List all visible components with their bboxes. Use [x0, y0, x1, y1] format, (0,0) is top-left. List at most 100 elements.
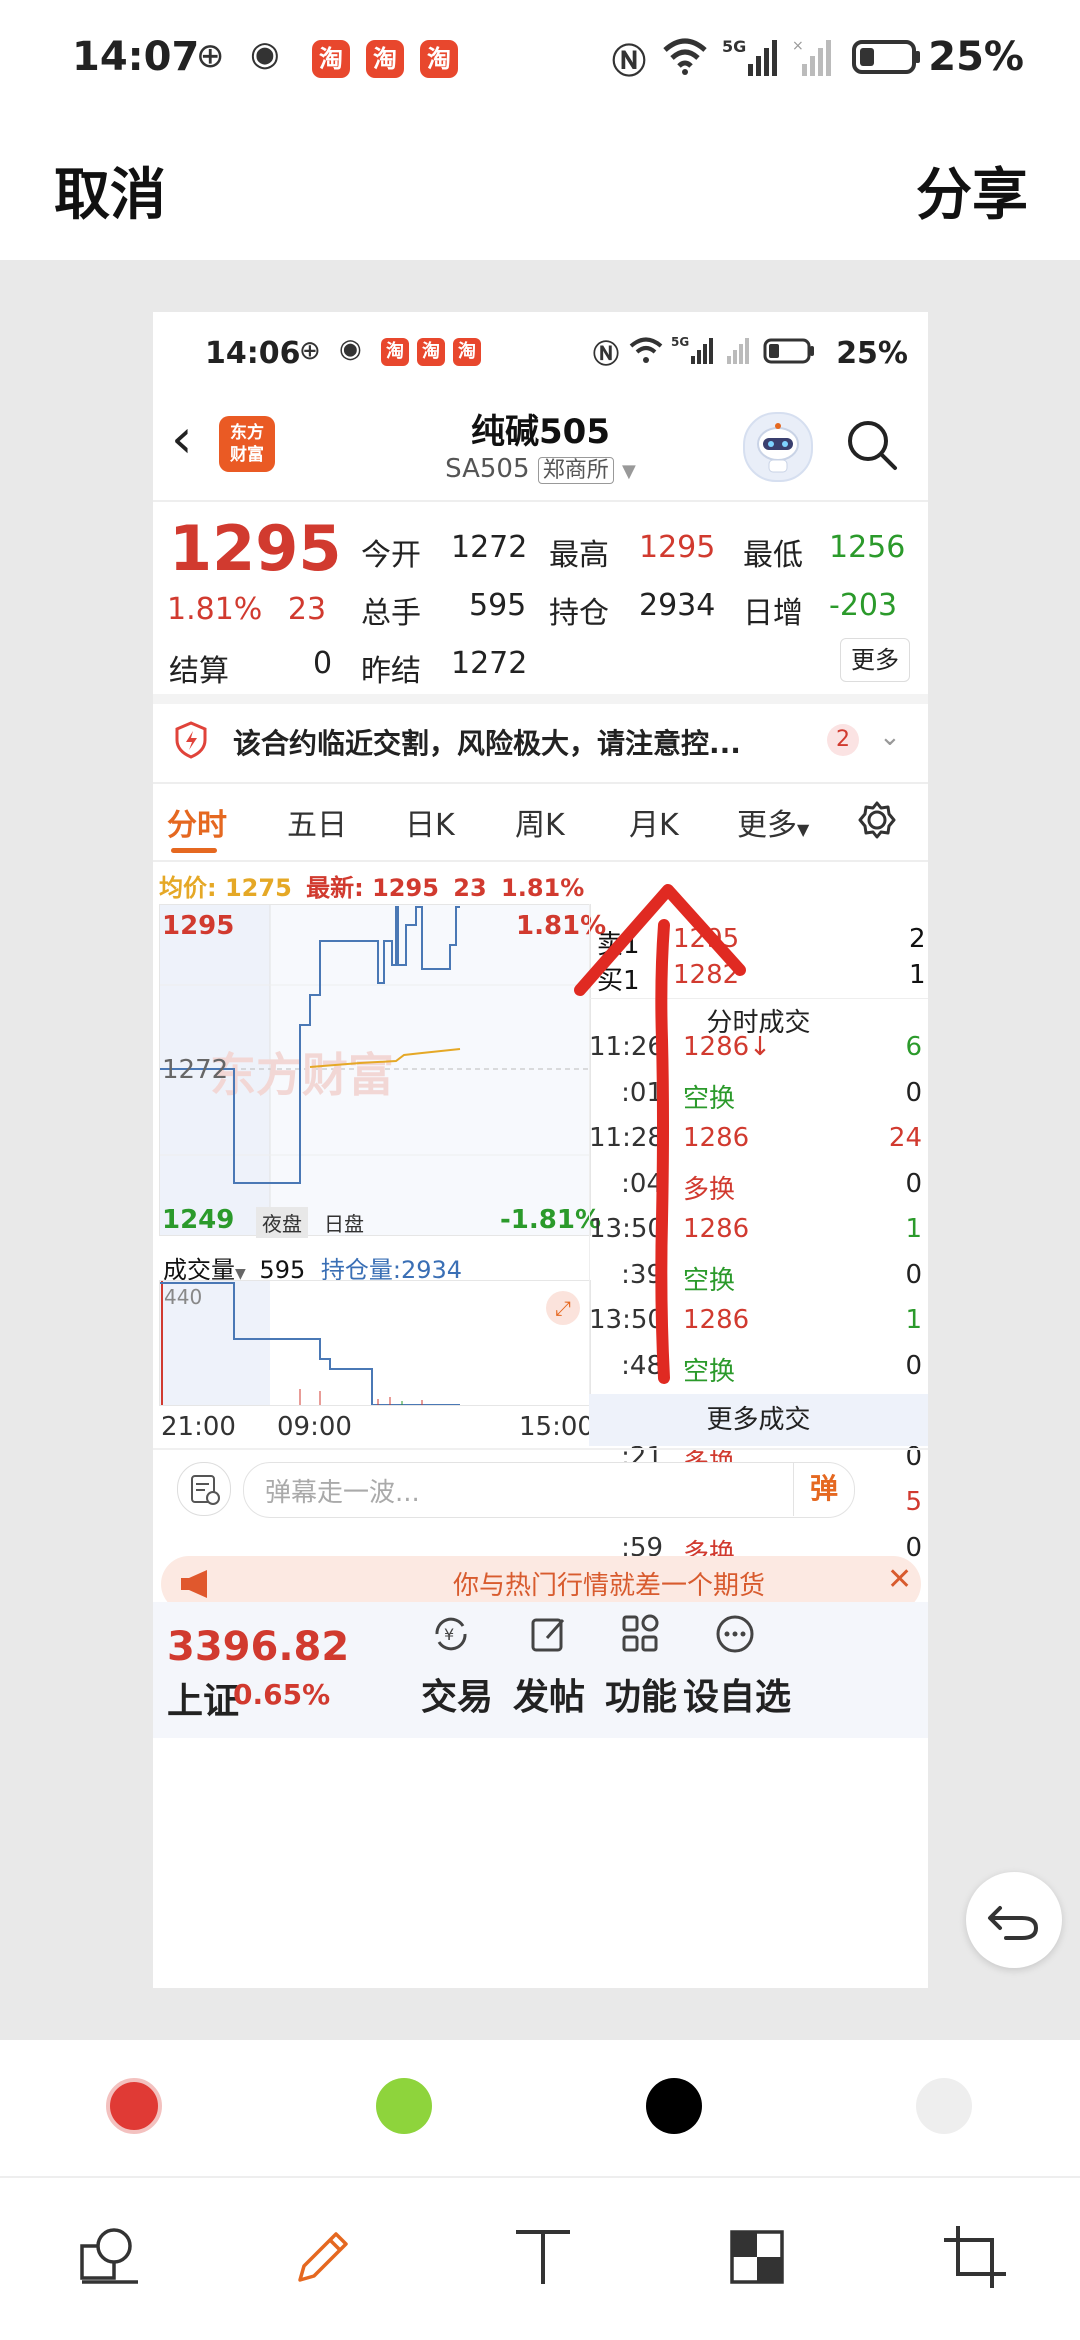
trade-price: 多换 — [683, 1175, 736, 1205]
order-side: 卖1 — [597, 930, 640, 960]
expand-chevron-icon[interactable]: ⌄ — [879, 722, 901, 752]
volume-chart[interactable]: 440 ⤢ — [159, 1280, 591, 1406]
prev-settle-value: 1272 — [451, 646, 528, 681]
danmu-send-button[interactable]: 弹 — [793, 1462, 854, 1516]
oi-value: 2934 — [639, 588, 716, 623]
taobao-app-icon: 淘 — [417, 338, 445, 366]
more-trades-button[interactable]: 更多成交 — [589, 1394, 928, 1446]
night-session-tag: 夜盘 — [256, 1207, 308, 1238]
trade-price: 1286↓ — [683, 1032, 771, 1062]
robot-icon — [757, 423, 799, 473]
danmu-placeholder: 弹幕走一波... — [265, 1478, 420, 1508]
daily-inc-value: -203 — [829, 588, 898, 623]
notes-icon[interactable] — [177, 1462, 231, 1516]
shape-tool-icon[interactable] — [76, 2222, 146, 2292]
settings-gear-icon[interactable] — [857, 800, 897, 840]
dropdown-caret-icon: ▼ — [797, 820, 810, 839]
battery-percent: 25% — [928, 34, 1024, 80]
nav-trade[interactable]: 交易 — [421, 1668, 493, 1720]
taobao-app-icon: 淘 — [420, 40, 458, 78]
tab-weekly-k[interactable]: 周K — [515, 800, 565, 844]
index-name: 上证 — [167, 1681, 240, 1722]
wifi-icon — [629, 337, 663, 363]
nav-post[interactable]: 发帖 — [513, 1668, 585, 1720]
trade-volume: 24 — [888, 1123, 922, 1153]
last-pct: 1.81% — [501, 874, 585, 902]
robot-assistant-avatar[interactable] — [743, 412, 813, 482]
notes-svg — [191, 1475, 220, 1505]
eye-icon: ◉ — [250, 34, 280, 74]
trade-price: 空换 — [683, 1266, 736, 1296]
daily-inc-label: 日增 — [743, 596, 803, 631]
nav-add-watchlist[interactable]: 设自选 — [683, 1668, 791, 1720]
signal-off-icon: × — [792, 38, 831, 76]
x-axis-label: 21:00 — [161, 1412, 236, 1442]
tab-intraday[interactable]: 分时 — [167, 800, 227, 844]
battery-icon — [852, 40, 920, 74]
divider — [153, 782, 928, 784]
trade-time: :48 — [621, 1351, 663, 1381]
svg-text:5G: 5G — [671, 335, 689, 349]
nav-functions[interactable]: 功能 — [605, 1668, 677, 1720]
signal-5g-icon: 5G — [671, 335, 713, 364]
text-tool-icon[interactable] — [508, 2222, 578, 2292]
index-pct: 0.65% — [233, 1678, 331, 1711]
open-label: 今开 — [361, 538, 421, 573]
divider — [153, 1448, 928, 1450]
color-swatch-red[interactable] — [106, 2078, 162, 2134]
close-icon[interactable]: ✕ — [887, 1562, 912, 1597]
last-label: 最新: — [306, 874, 364, 902]
megaphone-icon — [181, 1570, 207, 1598]
color-swatch-green[interactable] — [376, 2078, 432, 2134]
chart-top-price: 1295 — [162, 911, 235, 941]
trade-price: 空换 — [683, 1357, 736, 1387]
low-label: 最低 — [743, 538, 803, 573]
prev-settle-label: 昨结 — [361, 654, 421, 689]
pen-tool-icon[interactable] — [288, 2222, 358, 2292]
volume-chart-svg — [160, 1281, 460, 1405]
volume-label: 总手 — [361, 596, 421, 631]
expand-chart-icon[interactable]: ⤢ — [546, 1291, 580, 1325]
banner-text: 你与热门行情就差一个期货 — [453, 1571, 766, 1601]
chart-mid-price: 1272 — [162, 1055, 229, 1085]
system-status-bar: 14:07 ⊕ ◉ 淘 淘 淘 Ⓝ 5G × 25% — [0, 0, 1080, 120]
undo-button[interactable] — [966, 1872, 1062, 1968]
signal-off-icon — [727, 338, 749, 364]
color-swatch-white[interactable] — [916, 2078, 972, 2134]
svg-text:5G: 5G — [722, 37, 746, 56]
color-swatch-black[interactable] — [646, 2078, 702, 2134]
share-button[interactable]: 分享 — [916, 150, 1028, 231]
avg-label: 均价: — [159, 874, 217, 902]
intraday-chart[interactable]: 东方财富 1295 1.81% 1272 1249 -1.81% 夜盘 日盘 — [159, 904, 606, 1238]
functions-grid-icon — [622, 1614, 659, 1652]
tab-monthly-k[interactable]: 月K — [629, 800, 679, 844]
tab-daily-k[interactable]: 日K — [405, 800, 455, 844]
trade-volume: 5 — [905, 1487, 922, 1517]
warning-text: 该合约临近交割，风险极大，请注意控... — [233, 727, 741, 760]
order-price: 1295 — [673, 924, 740, 954]
tab-five-day[interactable]: 五日 — [287, 800, 347, 844]
trade-icon: ¥ — [435, 1617, 467, 1651]
divider — [589, 998, 928, 999]
settle-value: 0 — [313, 646, 333, 681]
status-time: 14:07 — [72, 34, 200, 80]
quote-more-button[interactable]: 更多 — [840, 638, 910, 682]
order-qty: 1 — [909, 960, 926, 990]
avg-price-line: 均价: 1275 最新: 1295 23 1.81% — [159, 868, 584, 903]
trade-price: 1286 — [683, 1123, 750, 1153]
crop-tool-icon[interactable] — [940, 2222, 1010, 2292]
x-axis-label: 09:00 — [277, 1412, 352, 1442]
index-value[interactable]: 3396.82 — [167, 1624, 349, 1670]
search-icon[interactable] — [845, 418, 899, 472]
high-value: 1295 — [639, 530, 716, 565]
exchange-tag: 郑商所 — [537, 457, 614, 484]
screenshot-preview: 14:06 ⊕ ◉ 淘 淘 淘 Ⓝ 5G 25% ‹ 东方 财富 纯碱505 S… — [153, 312, 928, 1988]
trade-time: :01 — [621, 1078, 663, 1108]
settle-label: 结算 — [169, 654, 229, 689]
tab-more[interactable]: 更多▼ — [737, 800, 809, 844]
section-gap — [153, 694, 928, 704]
divider — [153, 860, 928, 862]
cancel-button[interactable]: 取消 — [54, 150, 166, 231]
volume-max: 440 — [164, 1285, 203, 1309]
mosaic-tool-icon[interactable] — [722, 2222, 792, 2292]
